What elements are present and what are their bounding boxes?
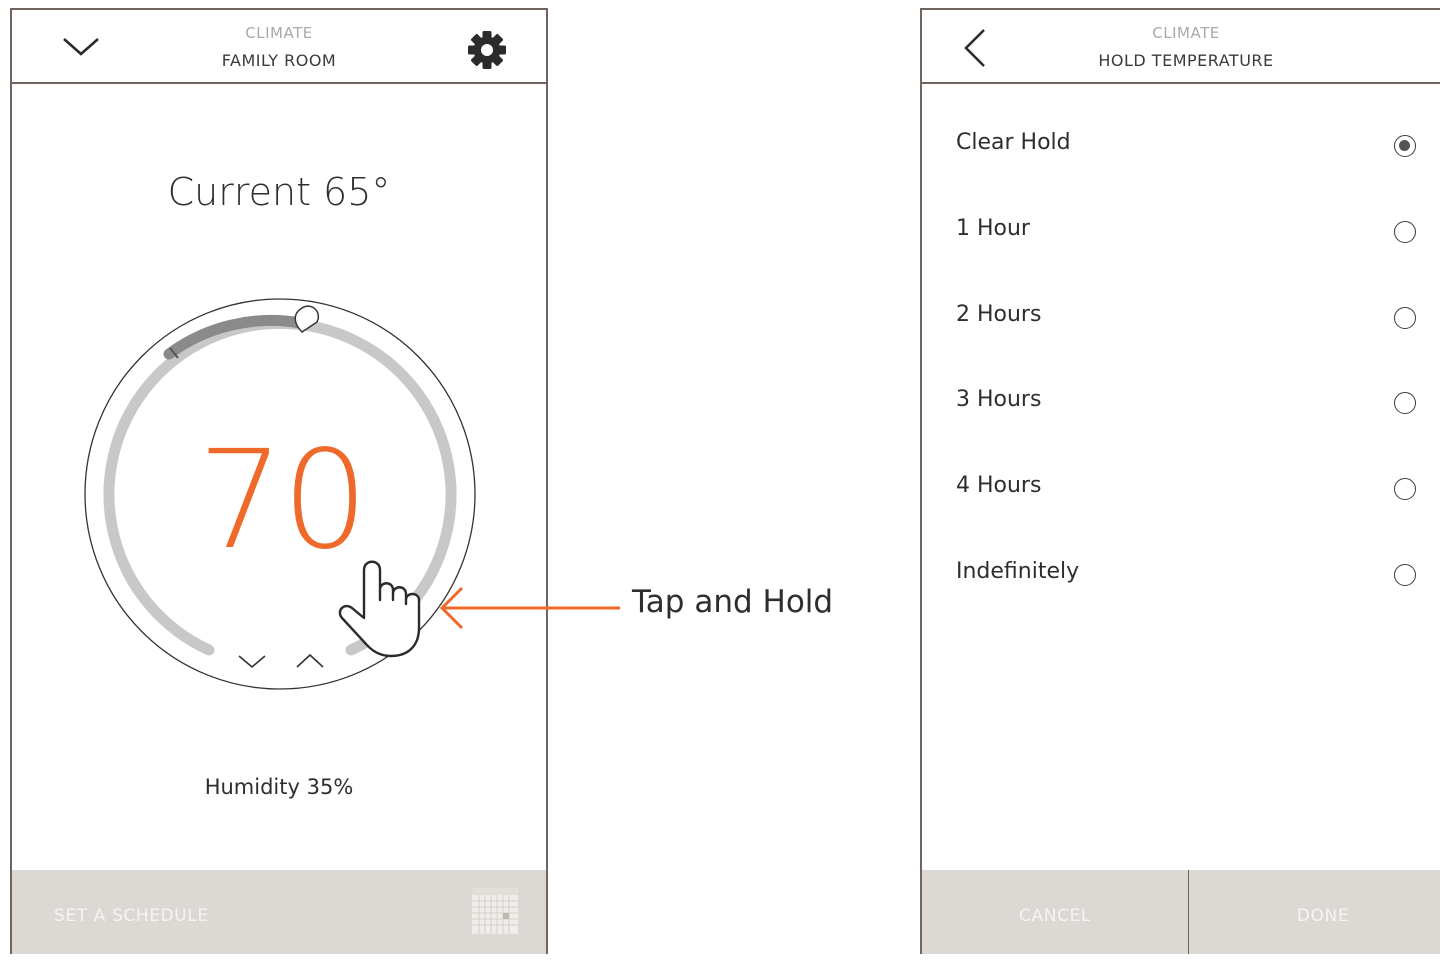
done-button[interactable]: DONE	[1189, 870, 1440, 954]
cancel-button[interactable]: CANCEL	[922, 870, 1188, 954]
set-schedule-button[interactable]: SET A SCHEDULE	[54, 906, 209, 926]
option-label: 1 Hour	[956, 215, 1030, 241]
radio-unselected[interactable]	[1394, 478, 1416, 501]
hold-options-list: Clear Hold 1 Hour 2 Hours 3 Hours 4 Hour…	[922, 110, 1440, 625]
radio-unselected[interactable]	[1394, 306, 1416, 329]
option-4-hours[interactable]: 4 Hours	[922, 453, 1440, 539]
hand-pointer-icon	[338, 560, 421, 658]
option-clear-hold[interactable]: Clear Hold	[922, 110, 1440, 196]
increase-arrow[interactable]	[296, 653, 324, 668]
decrease-arrow[interactable]	[238, 655, 266, 669]
hold-temperature-screen: CLIMATE HOLD TEMPERATURE Clear Hold 1 Ho…	[920, 8, 1440, 954]
option-label: 2 Hours	[956, 301, 1042, 327]
callout-arrow	[439, 586, 620, 630]
climate-screen: CLIMATE FAMILY ROOM Current 65° 70 Humid…	[10, 8, 548, 954]
calendar-icon[interactable]	[472, 888, 518, 934]
humidity-reading: Humidity 35%	[204, 775, 354, 799]
schedule-footer[interactable]: SET A SCHEDULE	[12, 870, 546, 954]
option-label: 3 Hours	[956, 387, 1042, 413]
radio-unselected[interactable]	[1394, 563, 1416, 586]
option-label: Indefinitely	[956, 558, 1080, 584]
radio-unselected[interactable]	[1394, 392, 1416, 415]
header: CLIMATE HOLD TEMPERATURE	[922, 10, 1440, 84]
radio-unselected[interactable]	[1394, 220, 1416, 243]
option-label: Clear Hold	[956, 130, 1071, 155]
option-2-hours[interactable]: 2 Hours	[922, 282, 1440, 368]
action-footer: CANCEL DONE	[922, 870, 1440, 954]
page-title: HOLD TEMPERATURE	[1098, 51, 1274, 70]
option-indefinitely[interactable]: Indefinitely	[922, 539, 1440, 625]
header-kicker: CLIMATE	[1152, 24, 1220, 42]
option-label: 4 Hours	[956, 473, 1042, 499]
radio-selected[interactable]	[1394, 135, 1416, 157]
option-1-hour[interactable]: 1 Hour	[922, 196, 1440, 282]
callout-label: Tap and Hold	[632, 584, 834, 620]
option-3-hours[interactable]: 3 Hours	[922, 367, 1440, 453]
